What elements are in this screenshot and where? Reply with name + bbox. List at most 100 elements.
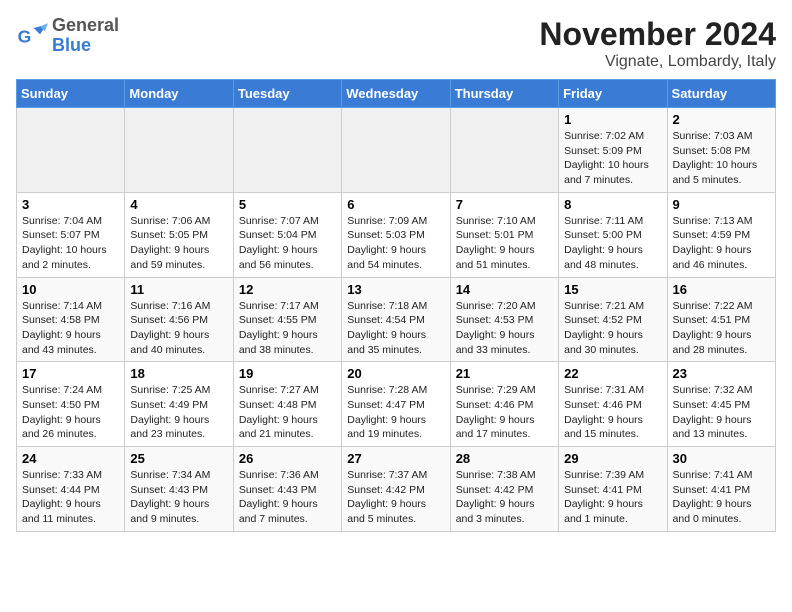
day-number: 27 <box>347 451 444 466</box>
calendar-cell: 24 Sunrise: 7:33 AM Sunset: 4:44 PM Dayli… <box>17 447 125 532</box>
day-number: 3 <box>22 197 119 212</box>
day-number: 2 <box>673 112 770 127</box>
day-info: Sunrise: 7:38 AM Sunset: 4:42 PM Dayligh… <box>456 468 553 527</box>
day-number: 11 <box>130 282 227 297</box>
page-header: G General Blue November 2024 Vignate, Lo… <box>16 16 776 71</box>
calendar-cell: 11Sunrise: 7:16 AM Sunset: 4:56 PM Dayli… <box>125 277 233 362</box>
day-info: Sunrise: 7:10 AM Sunset: 5:01 PM Dayligh… <box>456 214 553 273</box>
weekday-header-sunday: Sunday <box>17 80 125 108</box>
day-info: Sunrise: 7:22 AM Sunset: 4:51 PM Dayligh… <box>673 299 770 358</box>
calendar-cell: 13 Sunrise: 7:18 AM Sunset: 4:54 PM Dayli… <box>342 277 450 362</box>
day-info: Sunrise: 7:14 AM Sunset: 4:58 PM Dayligh… <box>22 299 119 358</box>
calendar-cell: 25 Sunrise: 7:34 AM Sunset: 4:43 PM Dayli… <box>125 447 233 532</box>
calendar-cell: 2 Sunrise: 7:03 AM Sunset: 5:08 PM Daylig… <box>667 108 775 193</box>
calendar-cell: 27Sunrise: 7:37 AM Sunset: 4:42 PM Dayli… <box>342 447 450 532</box>
weekday-header-thursday: Thursday <box>450 80 558 108</box>
day-info: Sunrise: 7:34 AM Sunset: 4:43 PM Dayligh… <box>130 468 227 527</box>
weekday-header-wednesday: Wednesday <box>342 80 450 108</box>
weekday-header-monday: Monday <box>125 80 233 108</box>
calendar-title: November 2024 <box>539 16 776 53</box>
day-number: 9 <box>673 197 770 212</box>
calendar-cell: 23 Sunrise: 7:32 AM Sunset: 4:45 PM Dayli… <box>667 362 775 447</box>
day-number: 26 <box>239 451 336 466</box>
day-info: Sunrise: 7:29 AM Sunset: 4:46 PM Dayligh… <box>456 383 553 442</box>
day-number: 10 <box>22 282 119 297</box>
calendar-cell: 20 Sunrise: 7:28 AM Sunset: 4:47 PM Dayli… <box>342 362 450 447</box>
day-number: 30 <box>673 451 770 466</box>
calendar-cell: 10 Sunrise: 7:14 AM Sunset: 4:58 PM Dayli… <box>17 277 125 362</box>
day-number: 13 <box>347 282 444 297</box>
calendar-week-row: 17Sunrise: 7:24 AM Sunset: 4:50 PM Dayli… <box>17 362 776 447</box>
logo-line1: General <box>52 16 119 36</box>
calendar-cell: 6Sunrise: 7:09 AM Sunset: 5:03 PM Daylig… <box>342 192 450 277</box>
day-number: 12 <box>239 282 336 297</box>
day-info: Sunrise: 7:17 AM Sunset: 4:55 PM Dayligh… <box>239 299 336 358</box>
logo-line2: Blue <box>52 36 119 56</box>
day-number: 8 <box>564 197 661 212</box>
day-info: Sunrise: 7:32 AM Sunset: 4:45 PM Dayligh… <box>673 383 770 442</box>
day-number: 7 <box>456 197 553 212</box>
calendar-cell: 3 Sunrise: 7:04 AM Sunset: 5:07 PM Daylig… <box>17 192 125 277</box>
calendar-header: SundayMondayTuesdayWednesdayThursdayFrid… <box>17 80 776 108</box>
day-info: Sunrise: 7:28 AM Sunset: 4:47 PM Dayligh… <box>347 383 444 442</box>
day-number: 14 <box>456 282 553 297</box>
day-number: 29 <box>564 451 661 466</box>
calendar-cell: 29 Sunrise: 7:39 AM Sunset: 4:41 PM Dayli… <box>559 447 667 532</box>
day-info: Sunrise: 7:18 AM Sunset: 4:54 PM Dayligh… <box>347 299 444 358</box>
day-info: Sunrise: 7:36 AM Sunset: 4:43 PM Dayligh… <box>239 468 336 527</box>
calendar-cell: 17Sunrise: 7:24 AM Sunset: 4:50 PM Dayli… <box>17 362 125 447</box>
calendar-cell: 8 Sunrise: 7:11 AM Sunset: 5:00 PM Daylig… <box>559 192 667 277</box>
weekday-header-row: SundayMondayTuesdayWednesdayThursdayFrid… <box>17 80 776 108</box>
calendar-cell: 9 Sunrise: 7:13 AM Sunset: 4:59 PM Daylig… <box>667 192 775 277</box>
calendar-cell: 5Sunrise: 7:07 AM Sunset: 5:04 PM Daylig… <box>233 192 341 277</box>
calendar-cell <box>233 108 341 193</box>
day-number: 22 <box>564 366 661 381</box>
calendar-cell: 12 Sunrise: 7:17 AM Sunset: 4:55 PM Dayli… <box>233 277 341 362</box>
day-info: Sunrise: 7:39 AM Sunset: 4:41 PM Dayligh… <box>564 468 661 527</box>
calendar-week-row: 1Sunrise: 7:02 AM Sunset: 5:09 PM Daylig… <box>17 108 776 193</box>
day-number: 23 <box>673 366 770 381</box>
day-info: Sunrise: 7:03 AM Sunset: 5:08 PM Dayligh… <box>673 129 770 188</box>
day-number: 4 <box>130 197 227 212</box>
calendar-cell: 1Sunrise: 7:02 AM Sunset: 5:09 PM Daylig… <box>559 108 667 193</box>
calendar-cell: 15Sunrise: 7:21 AM Sunset: 4:52 PM Dayli… <box>559 277 667 362</box>
day-info: Sunrise: 7:13 AM Sunset: 4:59 PM Dayligh… <box>673 214 770 273</box>
day-number: 25 <box>130 451 227 466</box>
day-number: 1 <box>564 112 661 127</box>
weekday-header-saturday: Saturday <box>667 80 775 108</box>
calendar-table: SundayMondayTuesdayWednesdayThursdayFrid… <box>16 79 776 532</box>
calendar-cell: 19Sunrise: 7:27 AM Sunset: 4:48 PM Dayli… <box>233 362 341 447</box>
weekday-header-tuesday: Tuesday <box>233 80 341 108</box>
calendar-cell: 22 Sunrise: 7:31 AM Sunset: 4:46 PM Dayli… <box>559 362 667 447</box>
calendar-cell: 30 Sunrise: 7:41 AM Sunset: 4:41 PM Dayli… <box>667 447 775 532</box>
calendar-cell: 7 Sunrise: 7:10 AM Sunset: 5:01 PM Daylig… <box>450 192 558 277</box>
day-info: Sunrise: 7:41 AM Sunset: 4:41 PM Dayligh… <box>673 468 770 527</box>
day-info: Sunrise: 7:07 AM Sunset: 5:04 PM Dayligh… <box>239 214 336 273</box>
calendar-week-row: 3 Sunrise: 7:04 AM Sunset: 5:07 PM Daylig… <box>17 192 776 277</box>
day-number: 16 <box>673 282 770 297</box>
day-number: 20 <box>347 366 444 381</box>
calendar-week-row: 10 Sunrise: 7:14 AM Sunset: 4:58 PM Dayli… <box>17 277 776 362</box>
day-number: 19 <box>239 366 336 381</box>
calendar-cell: 21Sunrise: 7:29 AM Sunset: 4:46 PM Dayli… <box>450 362 558 447</box>
calendar-cell <box>125 108 233 193</box>
calendar-cell: 4Sunrise: 7:06 AM Sunset: 5:05 PM Daylig… <box>125 192 233 277</box>
calendar-week-row: 24 Sunrise: 7:33 AM Sunset: 4:44 PM Dayli… <box>17 447 776 532</box>
calendar-cell <box>450 108 558 193</box>
logo-text: General Blue <box>52 16 119 56</box>
day-info: Sunrise: 7:11 AM Sunset: 5:00 PM Dayligh… <box>564 214 661 273</box>
calendar-cell: 14Sunrise: 7:20 AM Sunset: 4:53 PM Dayli… <box>450 277 558 362</box>
calendar-cell <box>342 108 450 193</box>
day-number: 24 <box>22 451 119 466</box>
logo-icon: G <box>16 20 48 52</box>
day-info: Sunrise: 7:24 AM Sunset: 4:50 PM Dayligh… <box>22 383 119 442</box>
calendar-cell: 18Sunrise: 7:25 AM Sunset: 4:49 PM Dayli… <box>125 362 233 447</box>
day-info: Sunrise: 7:04 AM Sunset: 5:07 PM Dayligh… <box>22 214 119 273</box>
calendar-cell: 26 Sunrise: 7:36 AM Sunset: 4:43 PM Dayli… <box>233 447 341 532</box>
weekday-header-friday: Friday <box>559 80 667 108</box>
title-block: November 2024 Vignate, Lombardy, Italy <box>539 16 776 71</box>
day-info: Sunrise: 7:33 AM Sunset: 4:44 PM Dayligh… <box>22 468 119 527</box>
calendar-body: 1Sunrise: 7:02 AM Sunset: 5:09 PM Daylig… <box>17 108 776 532</box>
calendar-subtitle: Vignate, Lombardy, Italy <box>539 53 776 71</box>
day-info: Sunrise: 7:31 AM Sunset: 4:46 PM Dayligh… <box>564 383 661 442</box>
